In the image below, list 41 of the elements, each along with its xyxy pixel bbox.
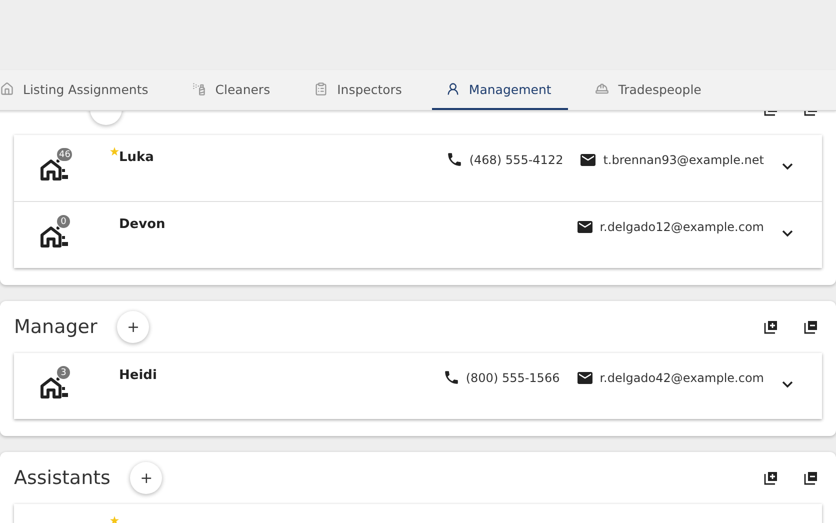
chevron-icon (782, 230, 792, 236)
phone-number: (468) 555-4122 (446, 151, 564, 168)
chevron-icon (782, 380, 792, 388)
chevron-icon (782, 162, 792, 170)
mail-icon (576, 218, 594, 236)
count-badge: 3 (56, 365, 71, 380)
person-name: Heidi (119, 368, 157, 383)
phone-icon (442, 369, 460, 386)
tab[interactable]: Tradespeople (581, 70, 718, 110)
person-row[interactable]: 3 Heidi (800) 555-1566 r.delgado42@example.com (14, 353, 822, 419)
person-name: Luka (119, 150, 154, 165)
email-address: r.delgado12@example.com (576, 218, 764, 236)
section-title: Manager (14, 316, 98, 338)
collapse-all-icon (804, 320, 818, 334)
person-name: Devon (119, 217, 166, 232)
add-button[interactable]: + (130, 462, 162, 494)
count-badge: 46 (56, 147, 74, 162)
collapse-all-icon (804, 471, 818, 485)
count-badge: 0 (56, 214, 71, 229)
mail-icon (579, 151, 598, 169)
clipboard-icon (314, 82, 328, 96)
expand-all-icon (764, 471, 778, 485)
phone-icon (446, 151, 464, 168)
email-address: t.brennan93@example.net (579, 151, 764, 169)
email-address: r.delgado42@example.com (576, 369, 764, 387)
tab[interactable]: Cleaners (178, 70, 288, 110)
person-row[interactable]: 0 Devon r.delgado12@example.com (14, 201, 822, 268)
spray-bottle-icon (192, 82, 206, 96)
phone-number: (800) 555-1566 (442, 369, 560, 386)
person-icon (446, 82, 460, 96)
person-row[interactable]: 46 Luka (468) 555-4122 t.brennan93@example.net (14, 135, 822, 201)
section-title: Assistants (14, 467, 110, 489)
star-icon (110, 516, 119, 523)
tab[interactable]: Inspectors (300, 70, 419, 110)
add-button[interactable]: + (117, 311, 150, 343)
mail-icon (576, 369, 594, 387)
house-icon (0, 82, 14, 96)
hard-hat-icon (595, 82, 610, 96)
star-icon (110, 147, 119, 156)
tab[interactable]: Listing Assignments (0, 70, 166, 110)
expand-all-icon (764, 320, 778, 334)
